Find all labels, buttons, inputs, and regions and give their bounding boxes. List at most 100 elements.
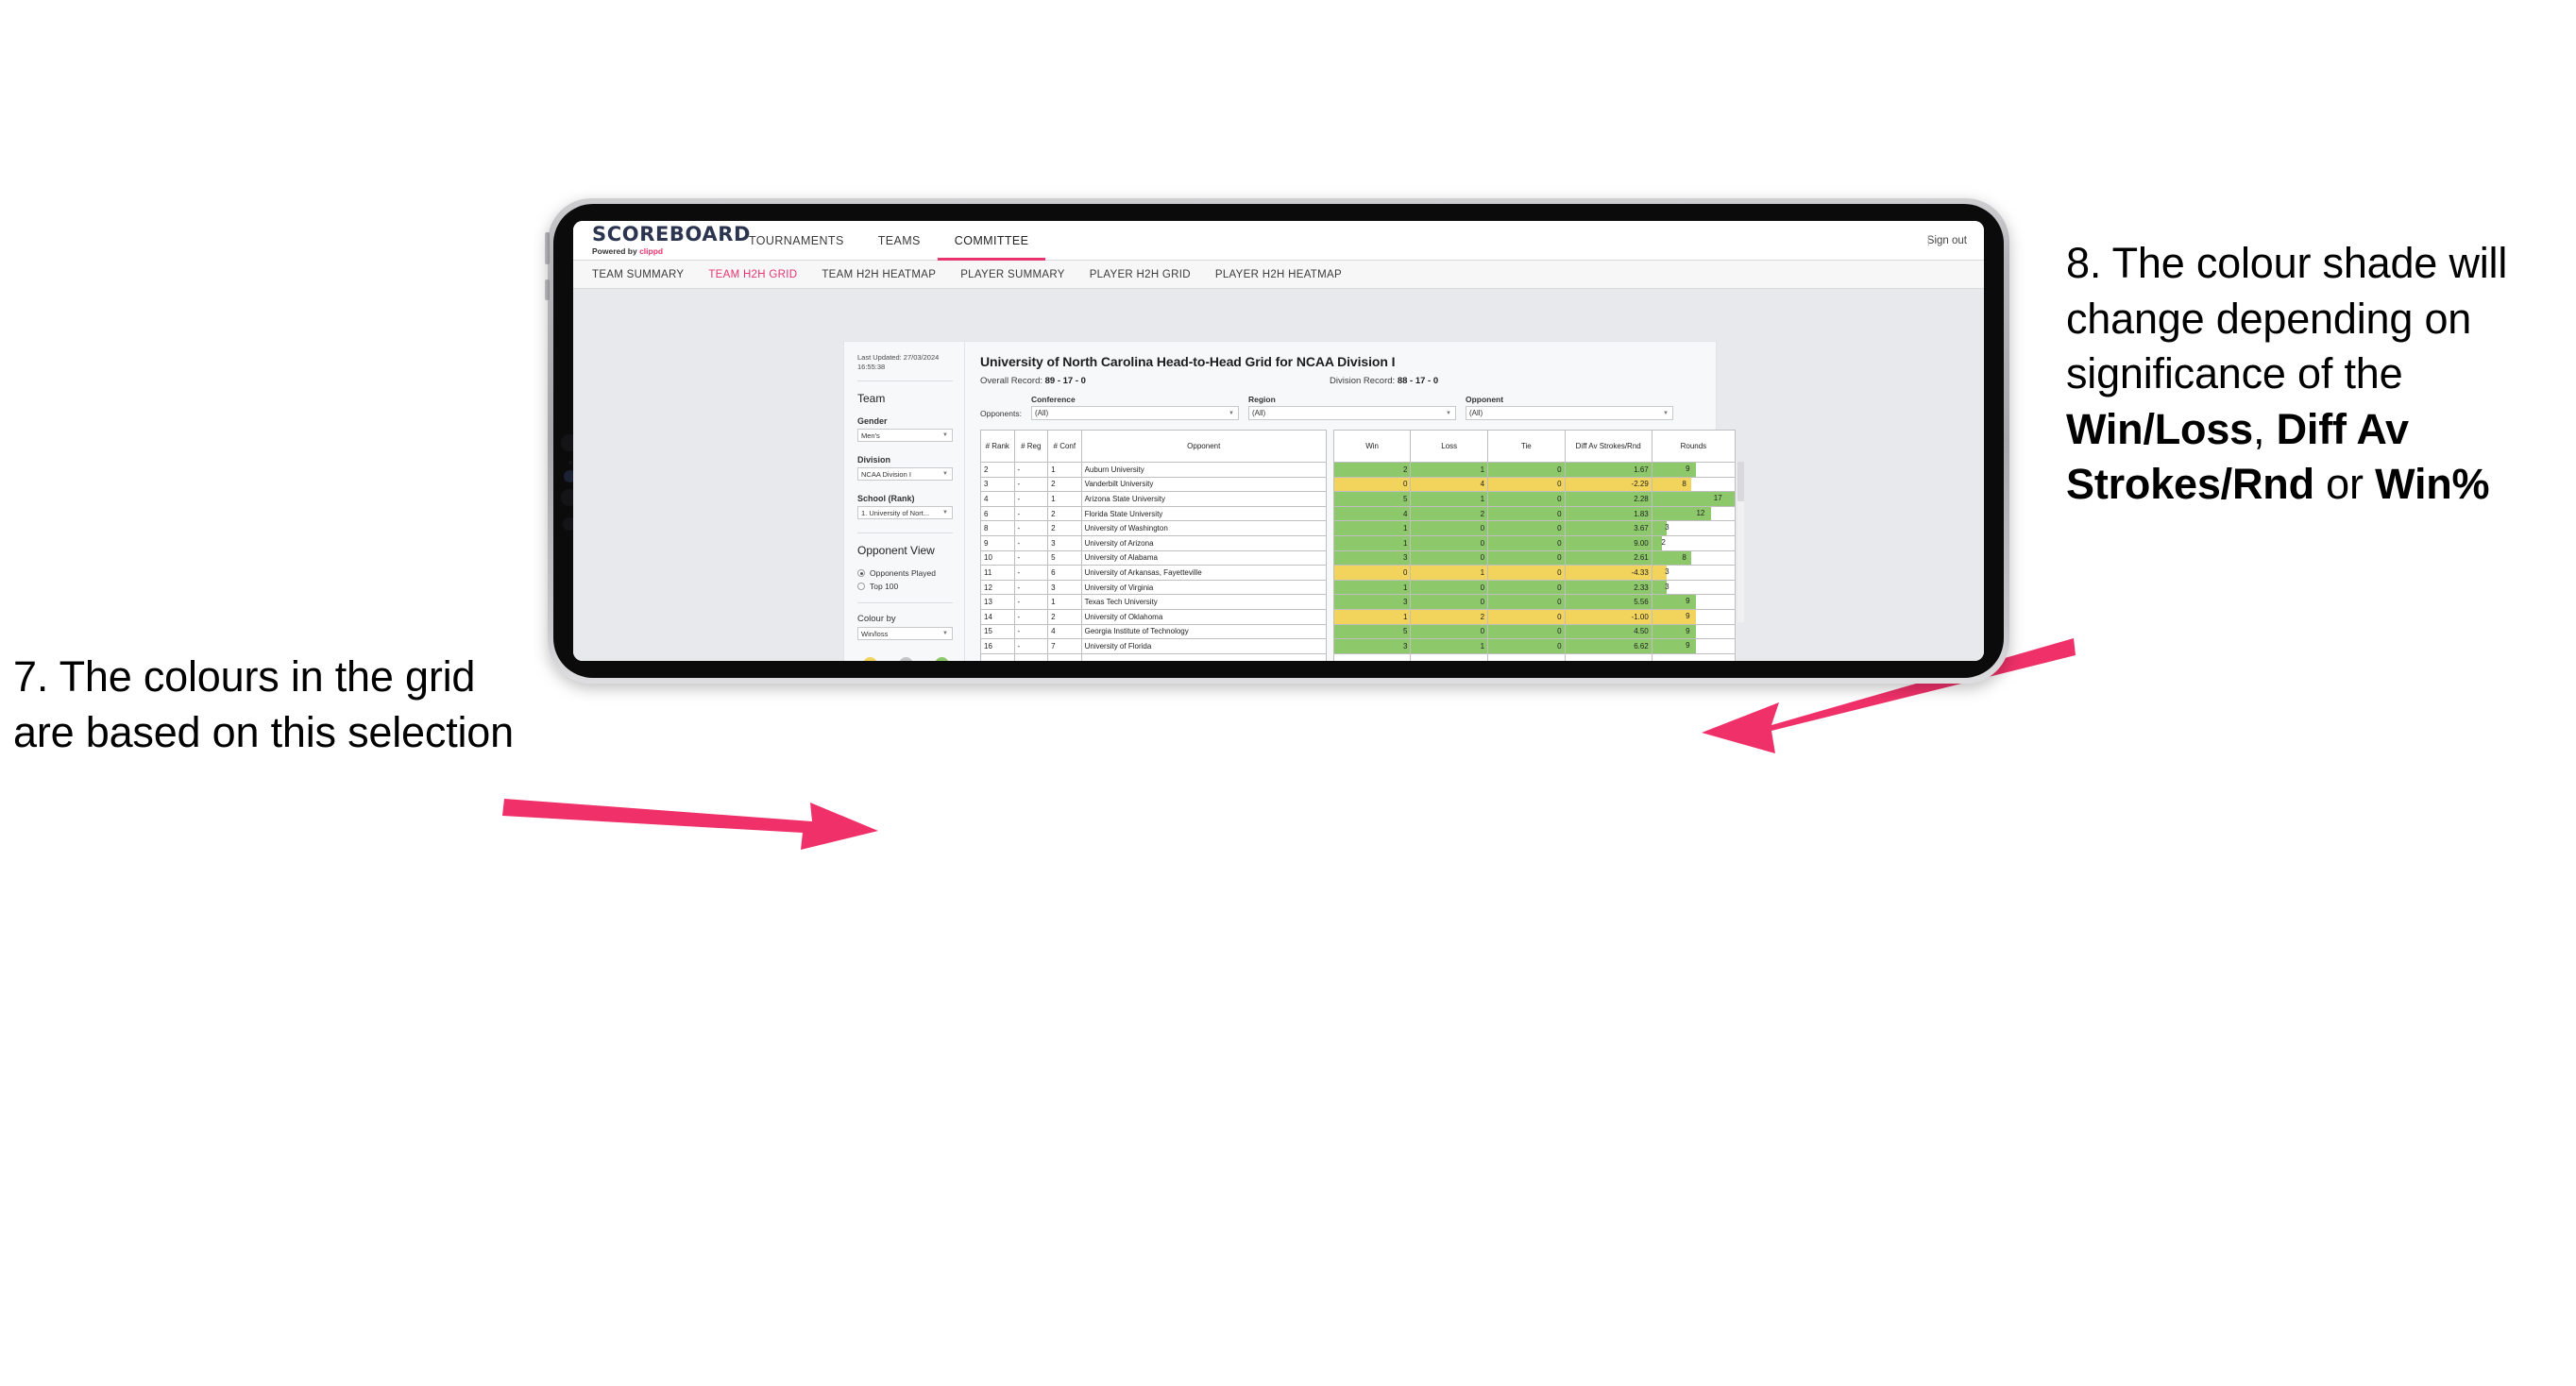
page-title: University of North Carolina Head-to-Hea… <box>980 354 1396 369</box>
cell-reg: - <box>1013 638 1049 654</box>
cell-conf: 2 <box>1047 505 1082 522</box>
cell-gap <box>1326 492 1333 507</box>
cell-diff: -2.29 <box>1564 476 1652 493</box>
col-diff[interactable]: Diff Av Strokes/Rnd <box>1564 430 1652 463</box>
conference-select[interactable]: (All) ▼ <box>1030 406 1239 420</box>
dashboard-canvas: Last Updated: 27/03/2024 16:55:38 Team G… <box>573 290 1984 661</box>
cell-loss: 0 <box>1410 549 1489 566</box>
cell-win: 5 <box>1332 491 1412 507</box>
rounds-value: 9 <box>1686 465 1690 473</box>
col-reg[interactable]: # Reg <box>1013 430 1049 463</box>
power-button[interactable] <box>545 232 550 264</box>
cell-gap <box>1326 463 1333 478</box>
divider <box>857 532 953 534</box>
cell-conf: 5 <box>1047 549 1082 566</box>
col-tie[interactable]: Tie <box>1487 430 1566 463</box>
cell-diff: -1.00 <box>1564 608 1652 625</box>
sign-out-link[interactable]: Sign out <box>1927 235 1967 246</box>
subnav-item-team-h2h-grid[interactable]: TEAM H2H GRID <box>708 269 797 280</box>
cell-loss: 0 <box>1410 579 1489 596</box>
radio-opponents-played[interactable]: Opponents Played <box>857 568 953 578</box>
cell-diff: 1.67 <box>1564 462 1652 478</box>
col-loss[interactable]: Loss <box>1410 430 1489 463</box>
cell-conf: 3 <box>1047 579 1082 596</box>
subnav-item-player-h2h-grid[interactable]: PLAYER H2H GRID <box>1090 269 1191 280</box>
gender-select[interactable]: Men's ▼ <box>857 429 953 443</box>
cell-tie: 0 <box>1487 565 1566 581</box>
colour-by-select[interactable]: Win/loss ▼ <box>857 627 953 641</box>
cell-tie: 0 <box>1487 491 1566 507</box>
cell-loss: 4 <box>1410 476 1489 493</box>
table-row[interactable]: 15-4 Georgia Institute of Technology 5 0 0 4.… <box>980 623 1737 640</box>
spacer-cell <box>1564 652 1652 661</box>
filter-panel: Last Updated: 27/03/2024 16:55:38 Team G… <box>844 342 965 661</box>
cell-reg: - <box>1013 476 1049 493</box>
conference-value: (All) <box>1034 409 1049 417</box>
school-select[interactable]: 1. University of Nort... ▼ <box>857 506 953 520</box>
spacer-cell <box>1080 652 1327 661</box>
brand-logo[interactable]: SCOREBOARD Powered by clippd <box>573 225 750 257</box>
division-record-value: 88 - 17 - 0 <box>1397 376 1439 386</box>
nav-item-committee[interactable]: COMMITTEE <box>937 221 1046 261</box>
grid-header-row: # Rank # Reg # Conf Opponent Win Loss Ti… <box>980 430 1737 463</box>
table-row[interactable]: 8-2 University of Washington 1 0 0 3.67 3 <box>980 520 1737 536</box>
grid-content: University of North Carolina Head-to-Hea… <box>965 342 1749 661</box>
rounds-value: 9 <box>1686 641 1690 651</box>
main-nav: TOURNAMENTS TEAMS COMMITTEE <box>732 221 1046 261</box>
cell-gap <box>1326 624 1333 639</box>
table-row[interactable]: 9-3 University of Arizona 1 0 0 9.00 2 <box>980 534 1737 551</box>
subnav-item-player-summary[interactable]: PLAYER SUMMARY <box>960 269 1065 280</box>
chevron-down-icon: ▼ <box>942 471 948 478</box>
cell-loss: 0 <box>1410 520 1489 536</box>
cell-opponent: University of Alabama <box>1080 549 1327 566</box>
cell-rank: 13 <box>980 594 1015 610</box>
colour-by-value: Win/loss <box>861 629 889 638</box>
cell-win: 1 <box>1332 520 1412 536</box>
nav-item-teams[interactable]: TEAMS <box>861 221 938 260</box>
table-row[interactable]: 4-1 Arizona State University 5 1 0 2.28 17 <box>980 491 1737 507</box>
col-opponent[interactable]: Opponent <box>1080 430 1327 463</box>
cell-win: 2 <box>1332 462 1412 478</box>
col-rank[interactable]: # Rank <box>980 430 1015 463</box>
brand-powered-by: Powered by <box>592 246 640 256</box>
cell-reg: - <box>1013 565 1049 581</box>
cell-rank: 10 <box>980 549 1015 566</box>
device-screen: SCOREBOARD Powered by clippd TOURNAMENTS… <box>573 221 1984 661</box>
grid-scrollbar-thumb[interactable] <box>1737 462 1744 501</box>
radio-top-100[interactable]: Top 100 <box>857 582 953 591</box>
region-select[interactable]: (All) ▼ <box>1247 406 1456 420</box>
col-conf[interactable]: # Conf <box>1047 430 1082 463</box>
col-win[interactable]: Win <box>1332 430 1412 463</box>
table-row[interactable]: 11-6 University of Arkansas, Fayetteville… <box>980 565 1737 581</box>
opponent-select[interactable]: (All) ▼ <box>1465 406 1673 420</box>
division-label: Division <box>857 455 891 465</box>
division-select[interactable]: NCAA Division I ▼ <box>857 467 953 482</box>
subnav-item-team-summary[interactable]: TEAM SUMMARY <box>592 269 684 280</box>
table-row[interactable]: 16-7 University of Florida 3 1 0 6.62 9 <box>980 638 1737 654</box>
volume-up-button[interactable] <box>545 279 550 300</box>
cell-diff: 9.00 <box>1564 534 1652 551</box>
spacer-cell <box>1410 652 1489 661</box>
table-row[interactable]: 14-2 University of Oklahoma 1 2 0 -1.00 9 <box>980 608 1737 625</box>
overall-record-value: 89 - 17 - 0 <box>1044 376 1086 386</box>
col-rounds[interactable]: Rounds <box>1651 430 1737 463</box>
cell-rank: 15 <box>980 623 1015 640</box>
cell-opponent: Georgia Institute of Technology <box>1080 623 1327 640</box>
table-row[interactable]: 13-1 Texas Tech University 3 0 0 5.56 9 <box>980 594 1737 610</box>
h2h-grid-table: # Rank # Reg # Conf Opponent Win Loss Ti… <box>980 430 1737 661</box>
grid-scrollbar[interactable] <box>1737 462 1744 622</box>
subnav-item-team-h2h-heatmap[interactable]: TEAM H2H HEATMAP <box>822 269 936 280</box>
cell-conf: 6 <box>1047 565 1082 581</box>
rounds-value: 9 <box>1686 597 1690 606</box>
table-row[interactable]: 10-5 University of Alabama 3 0 0 2.61 8 <box>980 549 1737 566</box>
spacer-cell <box>1013 652 1049 661</box>
nav-item-tournaments[interactable]: TOURNAMENTS <box>732 221 861 260</box>
table-row[interactable]: 3-2 Vanderbilt University 0 4 0 -2.29 8 <box>980 476 1737 493</box>
table-row[interactable]: 6-2 Florida State University 4 2 0 1.83 12 <box>980 505 1737 522</box>
table-row[interactable]: 12-3 University of Virginia 1 0 0 2.33 3 <box>980 579 1737 596</box>
rounds-value: 3 <box>1665 523 1669 532</box>
cell-loss: 2 <box>1410 608 1489 625</box>
cell-loss: 0 <box>1410 534 1489 551</box>
table-row[interactable]: 2-1 Auburn University 2 1 0 1.67 9 <box>980 462 1737 478</box>
subnav-item-player-h2h-heatmap[interactable]: PLAYER H2H HEATMAP <box>1215 269 1342 280</box>
